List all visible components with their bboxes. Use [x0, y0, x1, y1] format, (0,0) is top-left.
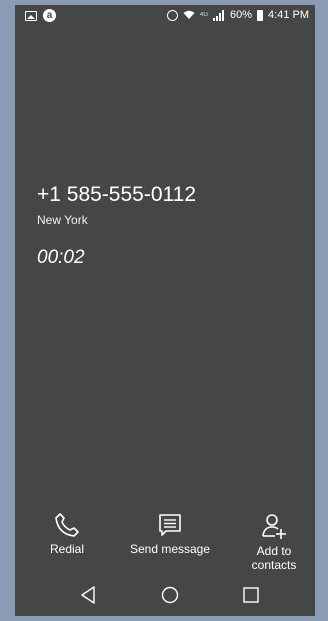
navigation-bar: [15, 581, 315, 611]
battery-percent: 60%: [230, 9, 253, 21]
add-to-contacts-button[interactable]: Add to contacts: [244, 512, 304, 572]
add-to-contacts-label: Add to contacts: [251, 544, 297, 572]
gallery-icon: [25, 10, 37, 21]
back-icon[interactable]: [79, 585, 97, 605]
signal-icon: [213, 9, 224, 21]
phone-number: +1 585-555-0112: [37, 183, 196, 206]
phone-screen: a 4G 60% 4:41 PM +1 585-555-0112 New Yor…: [15, 5, 315, 616]
wifi-icon: [183, 10, 195, 19]
caller-location: New York: [37, 213, 88, 227]
message-icon: [159, 514, 181, 536]
battery-icon: [257, 9, 264, 21]
call-actions: Redial Send message Add to contacts: [15, 512, 315, 572]
send-message-button[interactable]: Send message: [120, 512, 220, 556]
network-label: 4G: [199, 12, 208, 18]
home-icon[interactable]: [160, 585, 180, 605]
recents-icon[interactable]: [241, 585, 261, 605]
do-not-disturb-icon: [166, 9, 178, 21]
call-duration: 00:02: [37, 247, 85, 268]
caller-info: +1 585-555-0112 New York 00:02: [37, 183, 196, 269]
app-notification-icon: a: [43, 9, 56, 22]
redial-button[interactable]: Redial: [45, 512, 89, 556]
add-person-icon: [262, 514, 286, 539]
clock: 4:41 PM: [268, 9, 309, 21]
status-bar: a 4G 60% 4:41 PM: [15, 5, 315, 27]
redial-label: Redial: [49, 542, 85, 556]
phone-icon: [55, 513, 79, 537]
send-message-label: Send message: [129, 542, 211, 556]
